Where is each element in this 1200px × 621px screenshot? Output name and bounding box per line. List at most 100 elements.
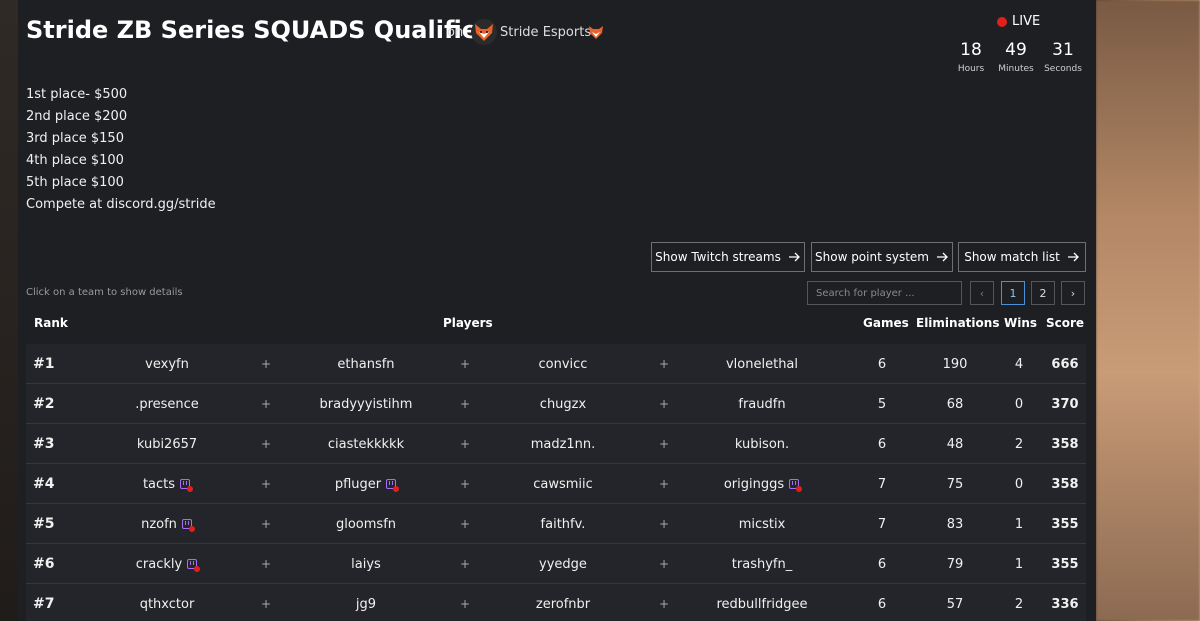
team-score: 355 (1051, 516, 1079, 532)
player-cell[interactable]: jg9 (291, 584, 441, 621)
player-cell[interactable]: kubison. (687, 424, 837, 464)
team-row[interactable]: #3 kubi2657 + ciastekkkkk + madz1nn. + kubison.… (26, 424, 1086, 464)
player-name[interactable]: crackly (136, 557, 182, 572)
player-name[interactable]: nzofn (141, 517, 177, 532)
player-name[interactable]: yyedge (539, 557, 587, 572)
player-cell[interactable]: cawsmiic (488, 464, 638, 504)
player-name[interactable]: madz1nn. (531, 437, 596, 452)
team-wins: 0 (1014, 396, 1024, 412)
organizer-logo[interactable] (471, 19, 497, 45)
player-cell[interactable]: originggs (687, 464, 837, 504)
player-name[interactable]: chugzx (540, 397, 586, 412)
team-row[interactable]: #4 tacts + pfluger + cawsmiic + originggs 7 75 0 35… (26, 464, 1086, 504)
player-cell[interactable]: qthxctor (92, 584, 242, 621)
player-cell[interactable]: gloomsfn (291, 504, 441, 544)
team-wins: 2 (1014, 596, 1024, 612)
twitch-live-icon[interactable] (181, 518, 195, 532)
team-score: 336 (1051, 596, 1079, 612)
player-cell[interactable]: redbullfridgee (687, 584, 837, 621)
plus-separator: + (260, 517, 272, 531)
team-wins: 0 (1014, 476, 1024, 492)
team-row[interactable]: #5 nzofn + gloomsfn + faithfv. + micstix 7 83 1 355 (26, 504, 1086, 544)
show-point-system-button[interactable]: Show point system (811, 242, 953, 272)
player-cell[interactable]: tacts (92, 464, 242, 504)
team-games: 6 (877, 596, 887, 612)
player-name[interactable]: tacts (143, 477, 175, 492)
prize-line: 5th place $100 (26, 174, 124, 190)
player-cell[interactable]: pfluger (291, 464, 441, 504)
show-match-list-button[interactable]: Show match list (958, 242, 1086, 272)
player-cell[interactable]: ciastekkkkk (291, 424, 441, 464)
player-name[interactable]: originggs (724, 477, 784, 492)
pagination-prev-button[interactable]: ‹ (970, 281, 994, 305)
player-name[interactable]: bradyyyistihm (320, 397, 413, 412)
player-cell[interactable]: yyedge (488, 544, 638, 584)
twitch-live-icon[interactable] (789, 478, 803, 492)
player-name[interactable]: qthxctor (140, 597, 195, 612)
team-row[interactable]: #6 crackly + laiys + yyedge + trashyfn_ 6 79 1 355 (26, 544, 1086, 584)
player-name[interactable]: pfluger (335, 477, 381, 492)
plus-separator: + (260, 357, 272, 371)
player-cell[interactable]: faithfv. (488, 504, 638, 544)
player-cell[interactable]: vlonelethal (687, 344, 837, 384)
player-name[interactable]: convicc (539, 357, 588, 372)
player-name[interactable]: .presence (135, 397, 199, 412)
twitch-live-icon[interactable] (180, 478, 194, 492)
player-name[interactable]: cawsmiic (533, 477, 593, 492)
header-score: Score (1046, 316, 1085, 330)
discord-line: Compete at discord.gg/stride (26, 196, 216, 212)
team-eliminations: 68 (946, 396, 964, 412)
twitch-live-icon[interactable] (187, 558, 201, 572)
player-cell[interactable]: kubi2657 (92, 424, 242, 464)
player-name[interactable]: gloomsfn (336, 517, 396, 532)
player-cell[interactable]: zerofnbr (488, 584, 638, 621)
player-name[interactable]: ciastekkkkk (328, 437, 404, 452)
player-search-input[interactable] (807, 281, 962, 305)
player-name[interactable]: ethansfn (337, 357, 394, 372)
team-rank: #7 (33, 596, 55, 612)
countdown-hours-label: Hours (957, 64, 985, 74)
player-name[interactable]: vexyfn (145, 357, 189, 372)
team-score: 370 (1051, 396, 1079, 412)
pagination-page-1[interactable]: 1 (1001, 281, 1025, 305)
player-name[interactable]: micstix (739, 517, 786, 532)
player-cell[interactable]: madz1nn. (488, 424, 638, 464)
twitch-live-icon[interactable] (386, 478, 400, 492)
organizer-name[interactable]: Stride Esports (500, 25, 591, 40)
team-row[interactable]: #1 vexyfn + ethansfn + convicc + vlonelethal 6 19… (26, 344, 1086, 384)
player-name[interactable]: kubison. (735, 437, 789, 452)
team-row[interactable]: #7 qthxctor + jg9 + zerofnbr + redbullfridgee 6 5… (26, 584, 1086, 621)
team-eliminations: 190 (942, 356, 968, 372)
player-cell[interactable]: ethansfn (291, 344, 441, 384)
team-eliminations: 57 (946, 596, 964, 612)
team-games: 7 (877, 516, 887, 532)
player-name[interactable]: fraudfn (738, 397, 785, 412)
pagination-next-button[interactable]: › (1061, 281, 1085, 305)
player-name[interactable]: kubi2657 (137, 437, 197, 452)
player-cell[interactable]: convicc (488, 344, 638, 384)
player-name[interactable]: redbullfridgee (716, 597, 807, 612)
player-cell[interactable]: trashyfn_ (687, 544, 837, 584)
team-row[interactable]: #2 .presence + bradyyyistihm + chugzx + fraudfn… (26, 384, 1086, 424)
player-name[interactable]: zerofnbr (536, 597, 590, 612)
player-cell[interactable]: vexyfn (92, 344, 242, 384)
player-name[interactable]: vlonelethal (726, 357, 798, 372)
player-cell[interactable]: .presence (92, 384, 242, 424)
player-name[interactable]: faithfv. (541, 517, 586, 532)
prize-line: 4th place $100 (26, 152, 124, 168)
player-cell[interactable]: crackly (92, 544, 242, 584)
player-name[interactable]: jg9 (356, 597, 376, 612)
show-twitch-streams-button[interactable]: Show Twitch streams (651, 242, 805, 272)
team-score: 666 (1051, 356, 1079, 372)
pagination-page-2[interactable]: 2 (1031, 281, 1055, 305)
fox-icon (475, 24, 493, 41)
player-cell[interactable]: chugzx (488, 384, 638, 424)
player-cell[interactable]: nzofn (92, 504, 242, 544)
player-cell[interactable]: bradyyyistihm (291, 384, 441, 424)
player-cell[interactable]: fraudfn (687, 384, 837, 424)
player-cell[interactable]: laiys (291, 544, 441, 584)
player-name[interactable]: laiys (351, 557, 381, 572)
player-name[interactable]: trashyfn_ (732, 557, 792, 572)
plus-separator: + (658, 517, 670, 531)
player-cell[interactable]: micstix (687, 504, 837, 544)
